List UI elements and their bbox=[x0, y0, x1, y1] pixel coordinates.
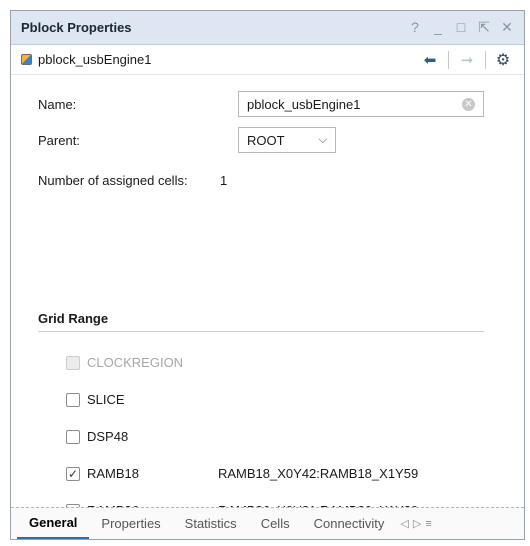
nav-separator bbox=[448, 50, 449, 69]
arrow-right-icon[interactable]: ➞ bbox=[455, 51, 479, 69]
parent-select[interactable]: ROOT ⌵ bbox=[238, 127, 336, 153]
object-name: pblock_usbEngine1 bbox=[38, 52, 152, 67]
minimize-icon[interactable]: _ bbox=[431, 19, 445, 36]
dsp48-checkbox[interactable] bbox=[66, 429, 80, 444]
chevron-down-icon: ⌵ bbox=[318, 133, 327, 146]
tab-properties[interactable]: Properties bbox=[89, 508, 172, 539]
close-icon[interactable]: ✕ bbox=[500, 19, 514, 36]
section-divider bbox=[38, 331, 484, 332]
window-controls: ? _ □ ⇱ ✕ bbox=[408, 19, 514, 36]
tab-menu-icon[interactable]: ≡ bbox=[425, 518, 431, 530]
slice-label[interactable]: SLICE bbox=[87, 392, 125, 407]
name-value[interactable]: pblock_usbEngine1 bbox=[247, 97, 462, 112]
slice-checkbox[interactable] bbox=[66, 392, 80, 407]
tab-scroll-right-icon[interactable]: ▷ bbox=[413, 517, 421, 530]
general-content: Name: pblock_usbEngine1 ✕ Parent: ROOT ⌵… bbox=[11, 75, 524, 518]
tab-scroll-left-icon[interactable]: ◁ bbox=[400, 517, 408, 530]
grid-range-title: Grid Range bbox=[38, 311, 109, 326]
dsp48-label[interactable]: DSP48 bbox=[87, 429, 128, 444]
assigned-cells-value: 1 bbox=[220, 173, 228, 188]
arrow-left-icon[interactable]: ⬅ bbox=[418, 51, 442, 69]
panel-titlebar: Pblock Properties ? _ □ ⇱ ✕ bbox=[11, 11, 524, 45]
parent-label: Parent: bbox=[38, 133, 80, 148]
help-icon[interactable]: ? bbox=[408, 19, 422, 36]
clear-icon[interactable]: ✕ bbox=[462, 97, 475, 111]
tab-cells[interactable]: Cells bbox=[249, 508, 302, 539]
tab-bar: General Properties Statistics Cells Conn… bbox=[11, 507, 524, 539]
ramb18-row: ✓ RAMB18 bbox=[66, 466, 139, 481]
clockregion-row: CLOCKREGION bbox=[66, 355, 183, 370]
ramb18-label[interactable]: RAMB18 bbox=[87, 466, 139, 481]
name-label: Name: bbox=[38, 97, 77, 112]
slice-row: SLICE bbox=[66, 392, 125, 407]
parent-value: ROOT bbox=[247, 132, 285, 148]
name-field[interactable]: pblock_usbEngine1 ✕ bbox=[238, 91, 484, 117]
clockregion-label: CLOCKREGION bbox=[87, 355, 184, 370]
clockregion-checkbox bbox=[66, 355, 80, 370]
tab-connectivity[interactable]: Connectivity bbox=[302, 508, 397, 539]
float-icon[interactable]: ⇱ bbox=[477, 19, 491, 36]
maximize-icon[interactable]: □ bbox=[454, 19, 468, 36]
nav-separator bbox=[485, 50, 486, 69]
tab-statistics[interactable]: Statistics bbox=[173, 508, 249, 539]
dsp48-row: DSP48 bbox=[66, 429, 128, 444]
ramb18-range: RAMB18_X0Y42:RAMB18_X1Y59 bbox=[218, 466, 419, 481]
assigned-cells-label: Number of assigned cells: bbox=[38, 173, 188, 188]
object-header: pblock_usbEngine1 ⬅ ➞ ⚙ bbox=[11, 45, 524, 75]
pblock-icon bbox=[21, 54, 32, 65]
ramb18-checkbox[interactable]: ✓ bbox=[66, 466, 80, 481]
tab-general[interactable]: General bbox=[17, 508, 90, 539]
gear-icon[interactable]: ⚙ bbox=[492, 50, 514, 70]
panel-title: Pblock Properties bbox=[21, 20, 132, 35]
pblock-properties-panel: Pblock Properties ? _ □ ⇱ ✕ pblock_usbEn… bbox=[10, 10, 525, 540]
